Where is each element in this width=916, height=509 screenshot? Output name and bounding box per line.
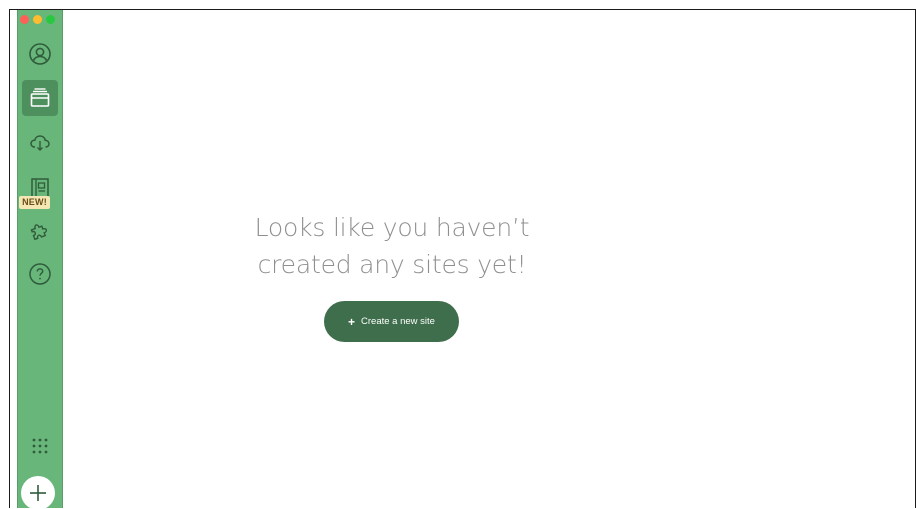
plus-icon: + <box>348 314 356 329</box>
sidebar-item-sites[interactable] <box>22 80 58 116</box>
sidebar: NEW! <box>17 10 63 508</box>
sidebar-item-help[interactable] <box>22 256 58 292</box>
sidebar-item-connect[interactable] <box>22 124 58 160</box>
create-new-site-label: Create a new site <box>361 316 435 327</box>
user-avatar-icon <box>29 43 51 65</box>
sidebar-menu-grid[interactable] <box>22 428 58 464</box>
window-controls <box>20 15 55 24</box>
close-window-button[interactable] <box>20 15 29 24</box>
help-circle-icon <box>29 263 51 285</box>
cloud-download-icon <box>30 135 50 151</box>
grid-dots-icon <box>32 438 48 454</box>
minimize-window-button[interactable] <box>33 15 42 24</box>
sidebar-item-add-ons[interactable] <box>22 212 58 248</box>
empty-state-line-1: Looks like you haven’t <box>254 213 530 242</box>
sidebar-item-account[interactable] <box>22 36 58 72</box>
maximize-window-button[interactable] <box>46 15 55 24</box>
plus-icon <box>30 485 46 501</box>
empty-state-message: Looks like you haven’t created any sites… <box>142 209 642 283</box>
sites-stack-icon <box>30 88 50 107</box>
puzzle-piece-icon <box>30 224 48 241</box>
create-new-site-button[interactable]: + Create a new site <box>324 301 459 342</box>
add-site-fab[interactable] <box>21 476 55 508</box>
new-badge: NEW! <box>19 196 50 209</box>
empty-state-line-2: created any sites yet! <box>257 250 527 279</box>
app-window: NEW! Looks like you haven’t created any … <box>9 9 916 508</box>
